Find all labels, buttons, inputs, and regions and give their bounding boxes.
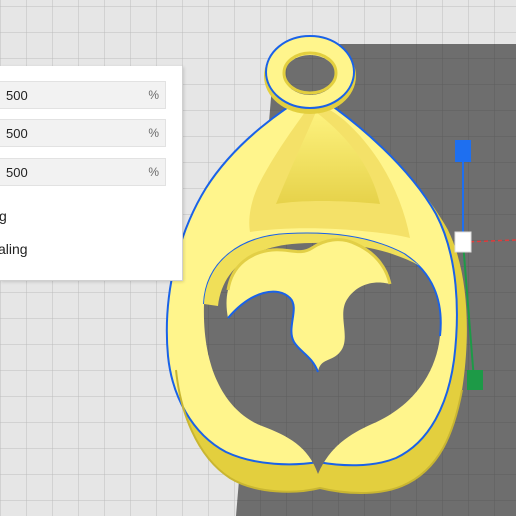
scale-x-unit: % [148,88,159,102]
snap-scaling-label: g [0,208,7,224]
uniform-scaling-option[interactable]: aling [0,241,28,257]
scale-handle-y-icon[interactable] [467,370,483,390]
snap-scaling-option[interactable]: g [0,208,7,224]
scale-handle-center-icon[interactable] [454,231,472,253]
scale-x-field[interactable]: % [0,81,166,109]
uniform-scaling-label: aling [0,241,28,257]
pendant-loop[interactable] [264,35,356,114]
scale-y-input[interactable] [6,120,126,146]
scale-y-field[interactable]: % [0,119,166,147]
scale-z-field[interactable]: % [0,158,166,186]
scale-tool-panel: % % % g aling [0,66,183,281]
scale-y-unit: % [148,126,159,140]
scale-z-unit: % [148,165,159,179]
scale-x-input[interactable] [6,82,126,108]
scale-z-input[interactable] [6,159,126,185]
scale-handle-z-icon[interactable] [455,140,471,162]
